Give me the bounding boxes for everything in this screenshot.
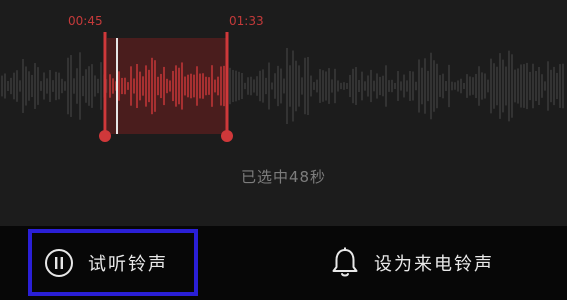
waveform[interactable] [0,30,567,150]
selected-duration-text: 已选中48秒 [240,168,327,186]
selection-start-time: 00:45 [68,14,103,28]
preview-ringtone-label: 试听铃声 [88,253,168,275]
set-as-ringtone-button[interactable]: 设为来电铃声 [330,226,550,300]
waveform-bars [1,48,564,124]
selection-end-time: 01:33 [229,14,264,28]
set-as-ringtone-label: 设为来电铃声 [374,254,494,275]
end-handle-knob[interactable] [221,130,233,142]
audio-trim-editor: 00:45 01:33 已选中48秒 [0,0,567,226]
pause-icon [44,248,74,278]
bell-icon [330,247,360,279]
start-handle-knob[interactable] [99,130,111,142]
preview-ringtone-button[interactable]: 试听铃声 [28,229,198,296]
action-bar: 试听铃声 设为来电铃声 [0,226,567,300]
